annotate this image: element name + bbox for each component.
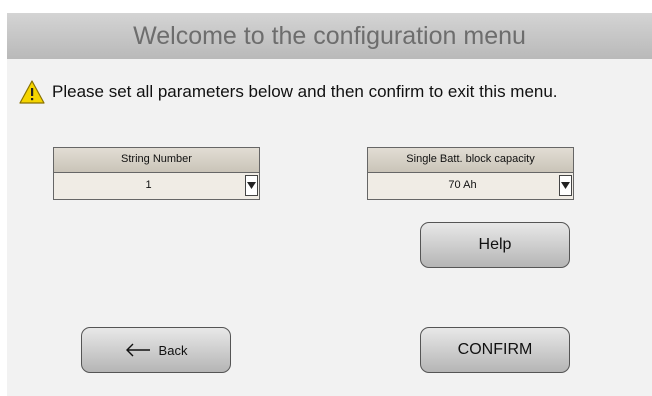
header-bar: Welcome to the configuration menu	[7, 13, 652, 59]
string-number-dropdown-button[interactable]	[245, 175, 258, 196]
notice-text: Please set all parameters below and then…	[52, 82, 558, 101]
back-button-label: Back	[158, 342, 188, 358]
confirm-button-label: CONFIRM	[457, 341, 533, 358]
back-button[interactable]: Back	[81, 327, 231, 373]
block-capacity-dropdown-button[interactable]	[559, 175, 572, 196]
help-button-label: Help	[478, 236, 512, 253]
block-capacity-select[interactable]: 70 Ah	[368, 173, 573, 199]
notice: Please set all parameters below and then…	[19, 79, 558, 105]
arrow-left-icon	[125, 343, 150, 357]
string-number-field: String Number 1	[53, 147, 260, 200]
string-number-label: String Number	[54, 148, 259, 173]
block-capacity-label: Single Batt. block capacity	[368, 148, 573, 173]
config-screen: Welcome to the configuration menu Please…	[7, 13, 652, 396]
page-title: Welcome to the configuration menu	[133, 22, 526, 50]
string-number-value: 1	[145, 179, 152, 191]
block-capacity-field: Single Batt. block capacity 70 Ah	[367, 147, 574, 200]
chevron-down-icon	[247, 182, 256, 189]
chevron-down-icon	[561, 182, 570, 189]
confirm-button[interactable]: CONFIRM	[420, 327, 570, 373]
warning-icon	[19, 80, 45, 104]
help-button[interactable]: Help	[420, 222, 570, 268]
string-number-select[interactable]: 1	[54, 173, 259, 199]
block-capacity-value: 70 Ah	[448, 179, 477, 191]
